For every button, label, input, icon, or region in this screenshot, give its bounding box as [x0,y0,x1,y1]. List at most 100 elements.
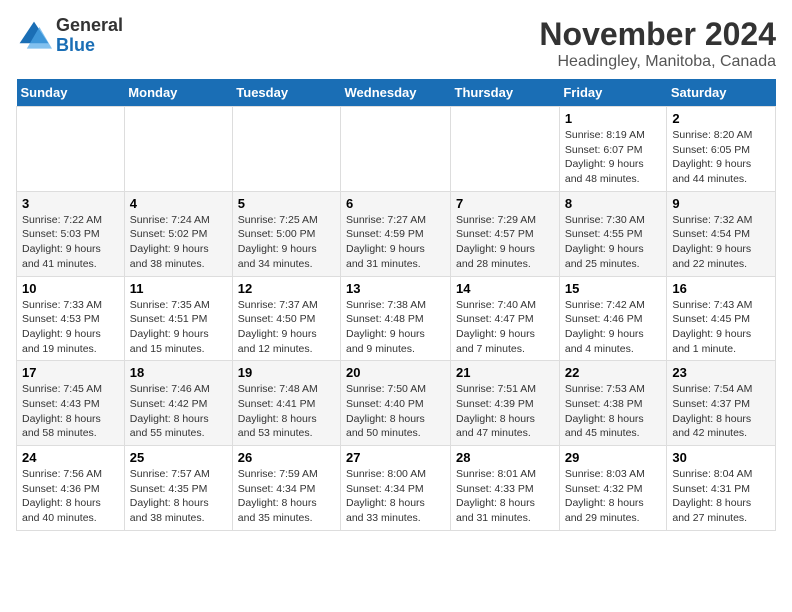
day-info: Sunrise: 7:33 AM Sunset: 4:53 PM Dayligh… [22,298,119,357]
calendar-cell: 2Sunrise: 8:20 AM Sunset: 6:05 PM Daylig… [667,107,776,192]
calendar-cell: 11Sunrise: 7:35 AM Sunset: 4:51 PM Dayli… [124,276,232,361]
day-info: Sunrise: 7:27 AM Sunset: 4:59 PM Dayligh… [346,213,445,272]
day-number: 25 [130,450,227,465]
calendar-cell [341,107,451,192]
day-info: Sunrise: 7:53 AM Sunset: 4:38 PM Dayligh… [565,382,662,441]
calendar-cell: 19 Sunrise: 7:48 AM Sunset: 4:41 PM Dayli… [232,361,340,446]
day-info: Sunrise: 8:03 AM Sunset: 4:32 PM Dayligh… [565,467,662,526]
day-info: Sunrise: 7:48 AM Sunset: 4:41 PM Dayligh… [238,382,335,441]
calendar-cell: 23 Sunrise: 7:54 AM Sunset: 4:37 PM Dayli… [667,361,776,446]
day-number: 3 [22,196,119,211]
day-number: 5 [238,196,335,211]
calendar-cell: 6Sunrise: 7:27 AM Sunset: 4:59 PM Daylig… [341,191,451,276]
day-number: 13 [346,281,445,296]
page-title: November 2024 [539,16,776,53]
day-number: 10 [22,281,119,296]
day-info: Sunrise: 7:50 AM Sunset: 4:40 PM Dayligh… [346,382,445,441]
day-number: 14 [456,281,554,296]
day-number: 23 [672,365,770,380]
calendar-cell [232,107,340,192]
day-info: Sunrise: 7:43 AM Sunset: 4:45 PM Dayligh… [672,298,770,357]
calendar-cell [451,107,560,192]
day-info: Sunrise: 7:22 AM Sunset: 5:03 PM Dayligh… [22,213,119,272]
day-number: 29 [565,450,662,465]
calendar-cell [17,107,125,192]
calendar-cell: 14Sunrise: 7:40 AM Sunset: 4:47 PM Dayli… [451,276,560,361]
day-number: 17 [22,365,119,380]
weekday-header-friday: Friday [559,79,667,107]
day-number: 19 [238,365,335,380]
weekday-header-wednesday: Wednesday [341,79,451,107]
title-block: November 2024 Headingley, Manitoba, Cana… [539,16,776,71]
day-number: 21 [456,365,554,380]
calendar-cell: 17Sunrise: 7:45 AM Sunset: 4:43 PM Dayli… [17,361,125,446]
calendar-cell: 24 Sunrise: 7:56 AM Sunset: 4:36 PM Dayli… [17,446,125,531]
calendar-cell: 10 Sunrise: 7:33 AM Sunset: 4:53 PM Dayli… [17,276,125,361]
calendar-cell: 27Sunrise: 8:00 AM Sunset: 4:34 PM Dayli… [341,446,451,531]
day-number: 7 [456,196,554,211]
day-number: 15 [565,281,662,296]
logo-line2: Blue [56,36,123,56]
day-number: 24 [22,450,119,465]
day-info: Sunrise: 8:00 AM Sunset: 4:34 PM Dayligh… [346,467,445,526]
weekday-header-monday: Monday [124,79,232,107]
day-info: Sunrise: 7:32 AM Sunset: 4:54 PM Dayligh… [672,213,770,272]
logo-icon [16,18,52,54]
day-number: 4 [130,196,227,211]
calendar-week-row: 10 Sunrise: 7:33 AM Sunset: 4:53 PM Dayli… [17,276,776,361]
day-info: Sunrise: 7:56 AM Sunset: 4:36 PM Dayligh… [22,467,119,526]
calendar-cell: 28 Sunrise: 8:01 AM Sunset: 4:33 PM Dayli… [451,446,560,531]
day-number: 20 [346,365,445,380]
day-number: 26 [238,450,335,465]
logo: General Blue [16,16,123,56]
weekday-header-saturday: Saturday [667,79,776,107]
calendar-cell: 4 Sunrise: 7:24 AM Sunset: 5:02 PM Daylig… [124,191,232,276]
calendar-cell: 18 Sunrise: 7:46 AM Sunset: 4:42 PM Dayli… [124,361,232,446]
calendar-week-row: 3 Sunrise: 7:22 AM Sunset: 5:03 PM Daylig… [17,191,776,276]
calendar-cell: 3 Sunrise: 7:22 AM Sunset: 5:03 PM Daylig… [17,191,125,276]
day-info: Sunrise: 7:57 AM Sunset: 4:35 PM Dayligh… [130,467,227,526]
page-subtitle: Headingley, Manitoba, Canada [539,53,776,71]
day-info: Sunrise: 8:01 AM Sunset: 4:33 PM Dayligh… [456,467,554,526]
day-number: 11 [130,281,227,296]
calendar-table: SundayMondayTuesdayWednesdayThursdayFrid… [16,79,776,531]
day-number: 12 [238,281,335,296]
calendar-cell: 25 Sunrise: 7:57 AM Sunset: 4:35 PM Dayli… [124,446,232,531]
calendar-cell: 9 Sunrise: 7:32 AM Sunset: 4:54 PM Daylig… [667,191,776,276]
calendar-cell: 22 Sunrise: 7:53 AM Sunset: 4:38 PM Dayli… [559,361,667,446]
calendar-cell: 7Sunrise: 7:29 AM Sunset: 4:57 PM Daylig… [451,191,560,276]
calendar-week-row: 17Sunrise: 7:45 AM Sunset: 4:43 PM Dayli… [17,361,776,446]
day-number: 28 [456,450,554,465]
weekday-header-row: SundayMondayTuesdayWednesdayThursdayFrid… [17,79,776,107]
calendar-cell: 29 Sunrise: 8:03 AM Sunset: 4:32 PM Dayli… [559,446,667,531]
calendar-cell: 30Sunrise: 8:04 AM Sunset: 4:31 PM Dayli… [667,446,776,531]
calendar-cell [124,107,232,192]
day-info: Sunrise: 8:19 AM Sunset: 6:07 PM Dayligh… [565,128,662,187]
day-info: Sunrise: 7:51 AM Sunset: 4:39 PM Dayligh… [456,382,554,441]
weekday-header-thursday: Thursday [451,79,560,107]
weekday-header-tuesday: Tuesday [232,79,340,107]
calendar-cell: 20 Sunrise: 7:50 AM Sunset: 4:40 PM Dayli… [341,361,451,446]
day-info: Sunrise: 7:54 AM Sunset: 4:37 PM Dayligh… [672,382,770,441]
day-number: 9 [672,196,770,211]
day-info: Sunrise: 7:30 AM Sunset: 4:55 PM Dayligh… [565,213,662,272]
page-header: General Blue November 2024 Headingley, M… [16,16,776,71]
day-number: 18 [130,365,227,380]
day-info: Sunrise: 7:37 AM Sunset: 4:50 PM Dayligh… [238,298,335,357]
calendar-cell: 1Sunrise: 8:19 AM Sunset: 6:07 PM Daylig… [559,107,667,192]
day-info: Sunrise: 7:25 AM Sunset: 5:00 PM Dayligh… [238,213,335,272]
day-number: 8 [565,196,662,211]
day-info: Sunrise: 7:59 AM Sunset: 4:34 PM Dayligh… [238,467,335,526]
calendar-cell: 5 Sunrise: 7:25 AM Sunset: 5:00 PM Daylig… [232,191,340,276]
day-number: 22 [565,365,662,380]
day-info: Sunrise: 7:46 AM Sunset: 4:42 PM Dayligh… [130,382,227,441]
calendar-cell: 16Sunrise: 7:43 AM Sunset: 4:45 PM Dayli… [667,276,776,361]
calendar-cell: 13Sunrise: 7:38 AM Sunset: 4:48 PM Dayli… [341,276,451,361]
day-info: Sunrise: 7:24 AM Sunset: 5:02 PM Dayligh… [130,213,227,272]
calendar-cell: 21 Sunrise: 7:51 AM Sunset: 4:39 PM Dayli… [451,361,560,446]
day-number: 30 [672,450,770,465]
logo-line1: General [56,16,123,36]
day-info: Sunrise: 7:42 AM Sunset: 4:46 PM Dayligh… [565,298,662,357]
calendar-cell: 8 Sunrise: 7:30 AM Sunset: 4:55 PM Daylig… [559,191,667,276]
calendar-cell: 26 Sunrise: 7:59 AM Sunset: 4:34 PM Dayli… [232,446,340,531]
